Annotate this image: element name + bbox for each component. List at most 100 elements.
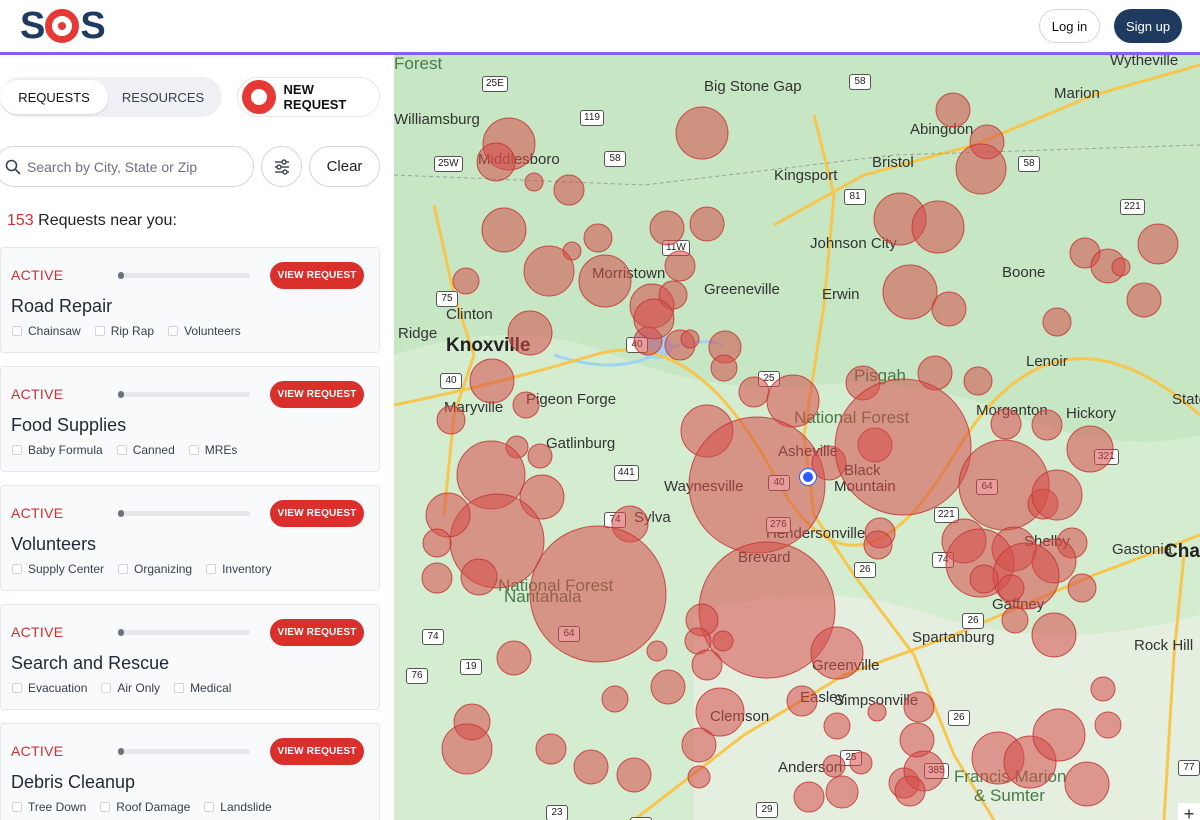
request-marker[interactable] <box>894 775 926 807</box>
filter-button[interactable] <box>261 146 302 187</box>
request-marker[interactable] <box>452 267 480 295</box>
request-marker[interactable] <box>738 376 770 408</box>
view-request-button[interactable]: VIEW REQUEST <box>270 262 364 289</box>
request-marker[interactable] <box>710 354 738 382</box>
request-marker[interactable] <box>421 562 453 594</box>
view-request-button[interactable]: VIEW REQUEST <box>270 381 364 408</box>
request-marker[interactable] <box>695 687 745 737</box>
need-tag-label: Supply Center <box>28 562 105 576</box>
request-marker[interactable] <box>882 264 938 320</box>
view-request-button[interactable]: VIEW REQUEST <box>270 738 364 765</box>
request-marker[interactable] <box>553 174 585 206</box>
request-marker[interactable] <box>955 143 1007 195</box>
request-marker[interactable] <box>793 781 825 813</box>
need-tag-label: Evacuation <box>28 681 88 695</box>
request-marker[interactable] <box>823 712 851 740</box>
request-marker[interactable] <box>1066 425 1114 473</box>
zoom-in-button[interactable]: + <box>1178 803 1200 820</box>
request-marker[interactable] <box>649 210 685 246</box>
request-marker[interactable] <box>689 206 725 242</box>
request-marker[interactable] <box>675 106 729 160</box>
request-card[interactable]: ACTIVE VIEW REQUEST Food Supplies Baby F… <box>0 366 380 472</box>
request-marker[interactable] <box>935 92 971 128</box>
view-request-button[interactable]: VIEW REQUEST <box>270 500 364 527</box>
view-request-button[interactable]: VIEW REQUEST <box>270 619 364 646</box>
request-marker[interactable] <box>688 416 826 554</box>
request-marker[interactable] <box>496 640 532 676</box>
request-marker[interactable] <box>992 542 1060 610</box>
request-marker[interactable] <box>931 291 967 327</box>
request-marker[interactable] <box>712 630 734 652</box>
request-marker[interactable] <box>469 358 515 404</box>
need-tag-label: Tree Down <box>28 800 87 814</box>
request-marker[interactable] <box>863 530 893 560</box>
request-marker[interactable] <box>422 528 452 558</box>
request-marker[interactable] <box>1001 606 1029 634</box>
request-card[interactable]: ACTIVE VIEW REQUEST Search and Rescue Ev… <box>0 604 380 710</box>
login-button[interactable]: Log in <box>1039 9 1100 43</box>
request-marker[interactable] <box>1042 307 1072 337</box>
request-marker[interactable] <box>616 757 652 793</box>
request-marker[interactable] <box>1126 282 1162 318</box>
signup-button[interactable]: Sign up <box>1114 9 1182 43</box>
request-marker[interactable] <box>1064 761 1110 807</box>
new-request-button[interactable]: NEW REQUEST <box>237 77 380 117</box>
request-marker[interactable] <box>476 142 516 182</box>
request-card[interactable]: ACTIVE VIEW REQUEST Road Repair Chainsaw… <box>0 247 380 353</box>
request-marker[interactable] <box>1067 573 1097 603</box>
search-input[interactable] <box>27 156 242 178</box>
request-marker[interactable] <box>1090 676 1116 702</box>
request-marker[interactable] <box>810 626 864 680</box>
request-marker[interactable] <box>583 223 613 253</box>
tab-resources[interactable]: RESOURCES <box>108 80 218 114</box>
request-marker[interactable] <box>436 405 466 435</box>
request-marker[interactable] <box>529 525 667 663</box>
progress-bar <box>118 629 250 636</box>
request-marker[interactable] <box>512 391 540 419</box>
request-marker[interactable] <box>822 754 846 778</box>
request-marker[interactable] <box>523 245 575 297</box>
request-marker[interactable] <box>1031 409 1063 441</box>
request-marker[interactable] <box>825 775 859 809</box>
request-marker[interactable] <box>460 558 498 596</box>
request-marker[interactable] <box>441 723 493 775</box>
clear-button[interactable]: Clear <box>309 146 380 187</box>
request-marker[interactable] <box>990 408 1022 440</box>
request-marker[interactable] <box>664 250 696 282</box>
request-marker[interactable] <box>507 310 553 356</box>
request-marker[interactable] <box>849 751 873 775</box>
request-card[interactable]: ACTIVE VIEW REQUEST Volunteers Supply Ce… <box>0 485 380 591</box>
request-marker[interactable] <box>969 564 999 594</box>
request-marker[interactable] <box>911 200 965 254</box>
request-marker[interactable] <box>867 702 887 722</box>
request-marker[interactable] <box>1111 257 1131 277</box>
request-marker[interactable] <box>1137 223 1179 265</box>
request-marker[interactable] <box>481 207 527 253</box>
request-marker[interactable] <box>573 749 609 785</box>
tab-requests[interactable]: REQUESTS <box>0 80 108 114</box>
request-marker[interactable] <box>691 649 723 681</box>
request-marker[interactable] <box>680 329 700 349</box>
sos-logo[interactable]: SS <box>20 5 106 47</box>
request-marker[interactable] <box>1031 469 1083 521</box>
request-marker[interactable] <box>650 669 686 705</box>
request-marker[interactable] <box>687 765 711 789</box>
request-marker[interactable] <box>903 691 935 723</box>
request-marker[interactable] <box>633 298 675 340</box>
request-marker[interactable] <box>646 640 668 662</box>
request-marker[interactable] <box>1031 612 1077 658</box>
request-marker[interactable] <box>527 443 553 469</box>
map-view[interactable]: Big Stone Gap Wytheville Marion Abingdon Bri… <box>394 55 1200 820</box>
request-marker[interactable] <box>524 172 544 192</box>
request-marker[interactable] <box>834 378 972 516</box>
need-tag-label: Organizing <box>134 562 193 576</box>
request-marker[interactable] <box>786 685 818 717</box>
request-marker[interactable] <box>601 685 629 713</box>
request-marker[interactable] <box>963 366 993 396</box>
request-marker[interactable] <box>1094 711 1122 739</box>
request-marker[interactable] <box>578 254 632 308</box>
request-marker[interactable] <box>535 733 567 765</box>
request-card[interactable]: ACTIVE VIEW REQUEST Debris Cleanup Tree … <box>0 723 380 820</box>
request-marker[interactable] <box>997 574 1025 602</box>
request-marker[interactable] <box>1032 708 1086 762</box>
